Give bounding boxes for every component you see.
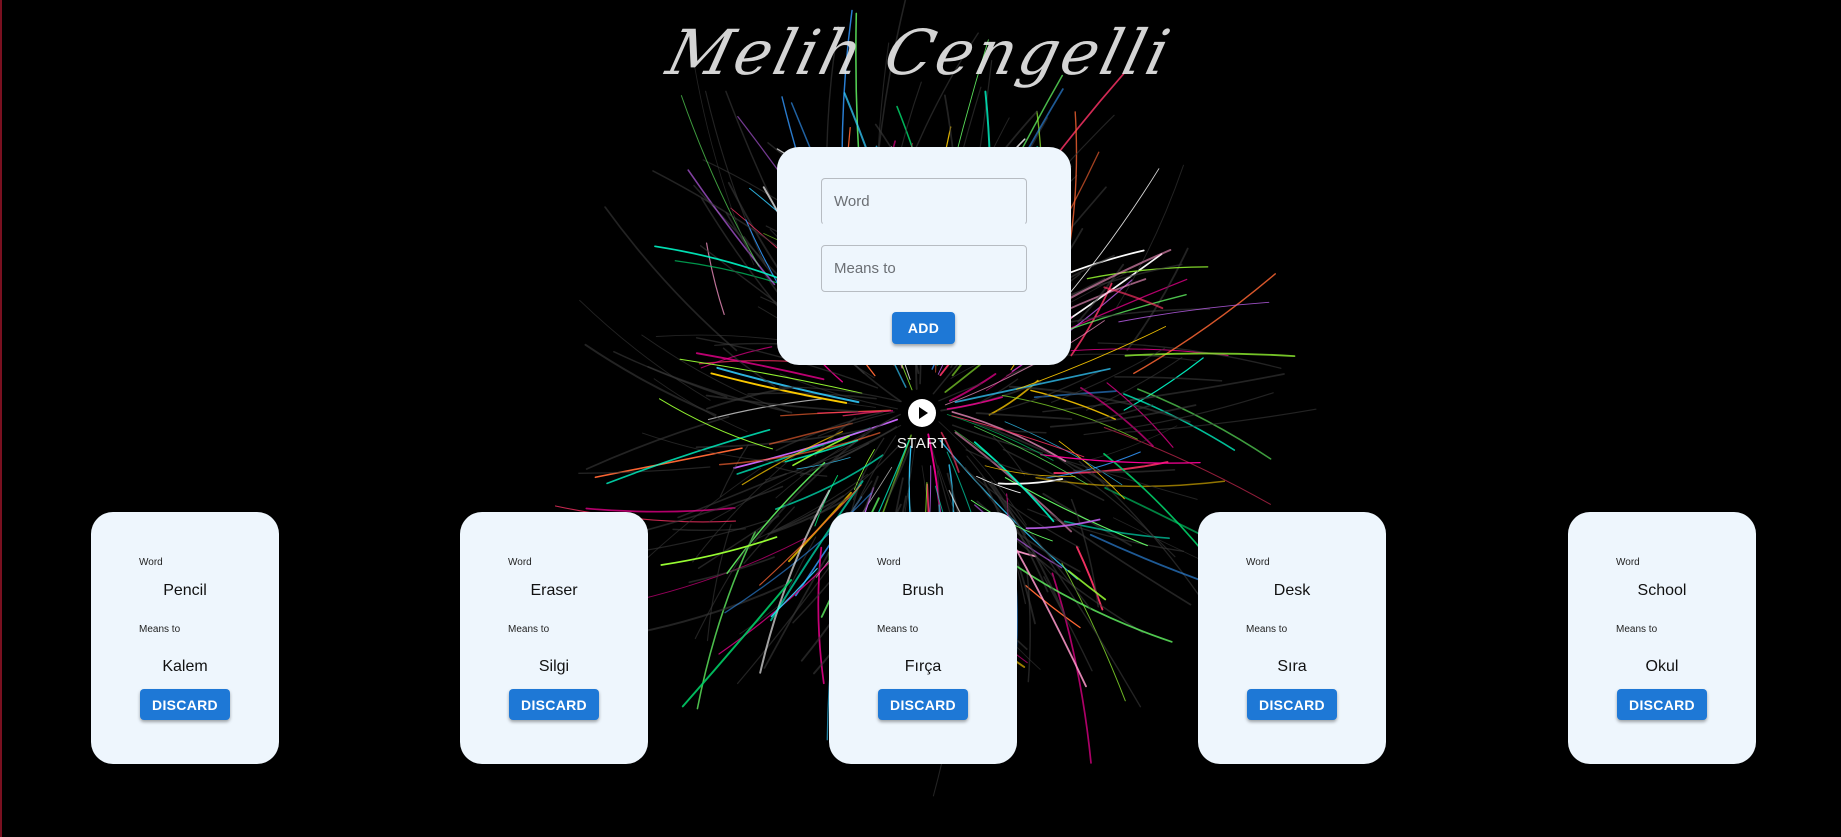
discard-button[interactable]: DISCARD bbox=[509, 689, 599, 720]
firework-streak bbox=[716, 366, 860, 404]
means-value: Okul bbox=[1645, 658, 1679, 675]
firework-streak bbox=[1025, 566, 1031, 683]
word-value: Eraser bbox=[530, 582, 578, 599]
word-value: Pencil bbox=[163, 582, 207, 599]
word-card: Word School Means to Okul DISCARD bbox=[1568, 512, 1756, 764]
means-caption: Means to bbox=[1246, 624, 1288, 635]
word-caption: Word bbox=[877, 557, 901, 568]
firework-streak bbox=[579, 299, 711, 401]
word-caption: Word bbox=[508, 557, 532, 568]
firework-streak bbox=[681, 579, 793, 708]
word-caption: Word bbox=[139, 557, 163, 568]
start-button[interactable]: START bbox=[880, 398, 964, 452]
firework-streak bbox=[853, 449, 875, 490]
means-value: Sıra bbox=[1277, 658, 1307, 675]
firework-streak bbox=[1123, 357, 1204, 411]
word-value: School bbox=[1637, 582, 1687, 599]
start-label: START bbox=[896, 435, 948, 452]
firework-streak bbox=[974, 426, 1088, 485]
firework-streak bbox=[660, 536, 778, 566]
word-value: Desk bbox=[1273, 582, 1311, 599]
play-circle-icon bbox=[907, 398, 937, 428]
firework-streak bbox=[1103, 426, 1271, 505]
firework-streak bbox=[606, 428, 771, 485]
word-input[interactable] bbox=[821, 178, 1027, 225]
firework-streak bbox=[1086, 266, 1209, 280]
firework-streak bbox=[1011, 562, 1173, 643]
discard-button[interactable]: DISCARD bbox=[140, 689, 230, 720]
discard-button[interactable]: DISCARD bbox=[1247, 689, 1337, 720]
discard-button[interactable]: DISCARD bbox=[878, 689, 968, 720]
word-card: Word Eraser Means to Silgi DISCARD bbox=[460, 512, 648, 764]
firework-streak bbox=[584, 343, 717, 416]
means-value: Fırça bbox=[904, 658, 942, 675]
firework-streak bbox=[688, 556, 775, 584]
firework-streak bbox=[743, 506, 795, 564]
means-caption: Means to bbox=[877, 624, 919, 635]
add-button[interactable]: ADD bbox=[892, 312, 955, 344]
firework-streak bbox=[1043, 576, 1093, 672]
word-value: Brush bbox=[902, 582, 944, 599]
firework-streak bbox=[1050, 513, 1192, 606]
word-card: Word Pencil Means to Kalem DISCARD bbox=[91, 512, 279, 764]
firework-streak bbox=[1089, 533, 1217, 587]
word-caption: Word bbox=[1616, 557, 1640, 568]
firework-streak bbox=[1063, 294, 1187, 332]
brand-signature: Melih Cengelli bbox=[660, 15, 1180, 89]
firework-streak bbox=[623, 584, 786, 637]
firework-streak bbox=[1114, 376, 1223, 382]
firework-streak bbox=[1103, 286, 1164, 310]
means-caption: Means to bbox=[139, 624, 181, 635]
firework-streak bbox=[604, 206, 738, 352]
firework-streak bbox=[1115, 164, 1184, 309]
firework-streak bbox=[719, 444, 749, 498]
discard-button[interactable]: DISCARD bbox=[1617, 689, 1707, 720]
means-caption: Means to bbox=[1616, 624, 1658, 635]
add-word-card: ADD bbox=[777, 147, 1071, 365]
firework-streak bbox=[696, 531, 756, 710]
firework-streak bbox=[706, 242, 725, 315]
word-caption: Word bbox=[1246, 557, 1270, 568]
means-caption: Means to bbox=[508, 624, 550, 635]
word-card: Word Desk Means to Sıra DISCARD bbox=[1198, 512, 1386, 764]
firework-streak bbox=[1133, 273, 1276, 375]
firework-streak bbox=[1011, 541, 1087, 688]
word-card: Word Brush Means to Fırça DISCARD bbox=[829, 512, 1017, 764]
means-to-input[interactable] bbox=[821, 245, 1027, 292]
means-value: Kalem bbox=[162, 658, 208, 675]
firework-streak bbox=[975, 412, 1073, 420]
means-value: Silgi bbox=[538, 658, 570, 675]
firework-streak bbox=[886, 446, 911, 500]
